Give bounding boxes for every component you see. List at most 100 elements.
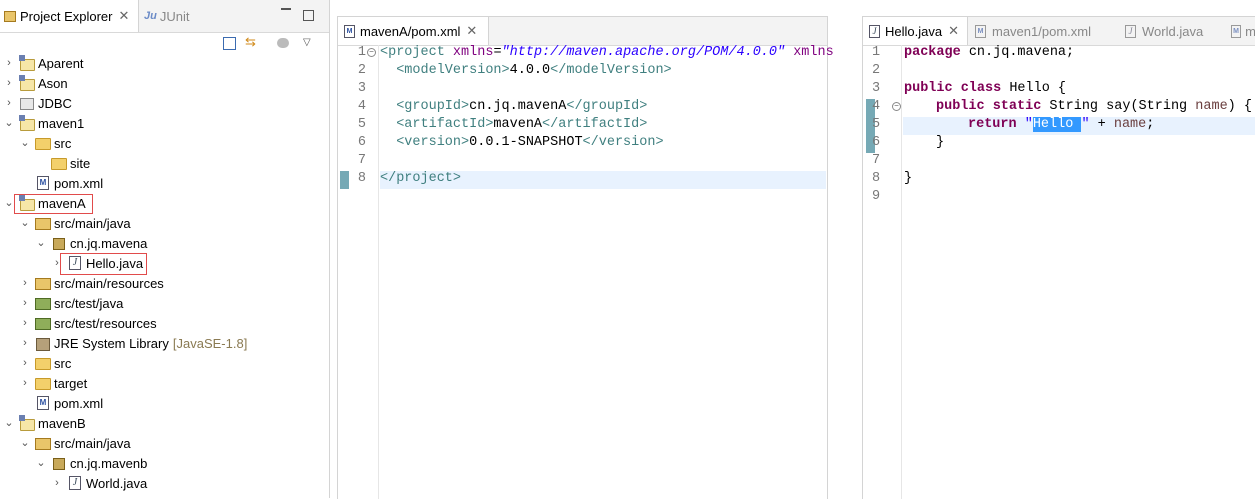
pom-editor-tab-bar: M mavenA/pom.xml ✕ <box>338 17 827 46</box>
package-icon <box>50 456 66 470</box>
tree-item-label: mavenB <box>38 415 86 431</box>
fold-minus-icon[interactable]: − <box>367 48 376 57</box>
tree-item-src[interactable]: ⌄ src <box>20 133 71 153</box>
tree-item-label: src <box>54 355 72 371</box>
chevron-down-icon[interactable]: ⌄ <box>4 198 14 209</box>
line-number: 4 <box>872 99 881 114</box>
tree-item-src-test-java[interactable]: › src/test/java <box>20 293 123 313</box>
tree-item-label: World.java <box>86 475 148 491</box>
tree-item-package-mavena[interactable]: ⌄ cn.jq.mavena <box>36 233 147 253</box>
tree-item-pom-mavena[interactable]: M pom.xml <box>30 393 103 413</box>
tree-item-src-main-java-b[interactable]: ⌄ src/main/java <box>20 433 131 453</box>
code-area[interactable]: 1 2 3 4 5 6 7 8 9 − package cn.jq.mavena… <box>863 45 1255 499</box>
chevron-down-icon[interactable]: ⌄ <box>36 458 46 469</box>
xml-file-icon: M <box>344 24 355 38</box>
tab-label: maven1/pom.xml <box>992 23 1091 39</box>
line-number: 5 <box>872 117 881 132</box>
view-menu-icon[interactable]: ▽ <box>303 37 311 48</box>
code-line-1: package cn.jq.mavena; <box>904 45 1075 60</box>
minimize-icon[interactable] <box>281 8 291 12</box>
close-icon[interactable]: ✕ <box>118 8 129 24</box>
chevron-down-icon[interactable]: ⌄ <box>4 118 14 129</box>
tree-item-pom[interactable]: M pom.xml <box>30 173 103 193</box>
code-line-2: <modelVersion>4.0.0</modelVersion> <box>380 63 672 78</box>
link-with-editor-icon[interactable]: ⇆ <box>245 35 259 48</box>
tab-mavena-pom[interactable]: M mavenA/pom.xml ✕ <box>338 17 489 45</box>
tab-hello-java[interactable]: J Hello.java ✕ <box>863 17 968 45</box>
code-line-8: </project> <box>380 171 462 186</box>
line-number: 8 <box>872 171 881 186</box>
maximize-icon[interactable] <box>303 10 314 21</box>
code-line-8: } <box>904 171 913 186</box>
tab-maven1-pom[interactable]: M maven1/pom.xml <box>971 17 1111 45</box>
maven-project-icon <box>18 75 35 91</box>
tree-item-mavenb[interactable]: ⌄ mavenB <box>4 413 86 433</box>
junit-icon: Ju <box>144 10 157 22</box>
tab-project-explorer[interactable]: Project Explorer ✕ <box>0 0 139 32</box>
line-number: 9 <box>872 189 881 204</box>
tab-overflow[interactable]: M m <box>1231 17 1255 45</box>
chevron-right-icon[interactable]: › <box>52 478 62 489</box>
tree-item-src-main-java[interactable]: ⌄ src/main/java <box>20 213 130 233</box>
focus-icon[interactable] <box>277 38 289 48</box>
chevron-right-icon[interactable]: › <box>4 98 14 109</box>
text-selection: Hello <box>1032 117 1082 132</box>
tree-item-src-2[interactable]: › src <box>20 353 71 373</box>
source-folder-icon <box>34 276 51 290</box>
tree-item-label: JDBC <box>38 95 72 111</box>
chevron-right-icon[interactable]: › <box>20 318 30 329</box>
code-line-5: return "Hello " + name; <box>968 117 1155 132</box>
collapse-all-icon[interactable] <box>223 37 236 50</box>
tree-item-aparent[interactable]: › Aparent <box>4 53 84 73</box>
tree-item-jdbc[interactable]: › JDBC <box>4 93 72 113</box>
code-line-6: } <box>936 135 945 150</box>
maven-project-icon <box>18 415 35 431</box>
tree-item-label: src/main/resources <box>54 275 164 291</box>
close-icon[interactable]: ✕ <box>948 23 959 39</box>
test-folder-icon <box>34 316 51 330</box>
tree-item-maven1[interactable]: ⌄ maven1 <box>4 113 84 133</box>
tree-item-package-mavenb[interactable]: ⌄ cn.jq.mavenb <box>36 453 147 473</box>
java-editor-tab-bar: J Hello.java ✕ M maven1/pom.xml J World.… <box>863 17 1255 46</box>
maven-project-icon <box>18 55 35 71</box>
xml-file-icon: M <box>1231 24 1242 38</box>
tab-world-java[interactable]: J World.java <box>1121 17 1221 45</box>
fold-minus-icon[interactable]: − <box>892 102 901 111</box>
chevron-right-icon[interactable]: › <box>20 278 30 289</box>
line-number: 2 <box>872 63 881 78</box>
tree-item-jre-library[interactable]: › JRE System Library [JavaSE-1.8] <box>20 333 247 353</box>
folder-icon <box>50 156 67 170</box>
tab-junit[interactable]: Ju JUnit <box>144 0 224 32</box>
highlight-box-hello-java <box>60 253 147 275</box>
tree-item-site[interactable]: site <box>46 153 90 173</box>
tab-label: World.java <box>1142 23 1204 39</box>
chevron-down-icon[interactable]: ⌄ <box>20 218 30 229</box>
tree-item-src-main-resources[interactable]: › src/main/resources <box>20 273 164 293</box>
chevron-down-icon[interactable]: ⌄ <box>20 138 30 149</box>
gutter-divider <box>901 45 902 499</box>
code-line-5: <artifactId>mavenA</artifactId> <box>380 117 648 132</box>
java-file-icon: J <box>66 476 82 490</box>
chevron-down-icon[interactable]: ⌄ <box>20 438 30 449</box>
chevron-right-icon[interactable]: › <box>20 298 30 309</box>
chevron-right-icon[interactable]: › <box>20 378 30 389</box>
code-area[interactable]: 1 2 3 4 5 6 7 8 − <project xmlns="http:/… <box>338 45 834 499</box>
chevron-right-icon[interactable]: › <box>20 358 30 369</box>
tree-item-label: pom.xml <box>54 175 104 191</box>
chevron-down-icon[interactable]: ⌄ <box>4 418 14 429</box>
tree-item-world-java[interactable]: › J World.java <box>52 473 147 493</box>
tree-item-label: src/test/resources <box>54 315 157 331</box>
chevron-down-icon[interactable]: ⌄ <box>36 238 46 249</box>
tree-item-target[interactable]: › target <box>20 373 87 393</box>
tree-item-label: cn.jq.mavenb <box>70 455 148 471</box>
close-icon[interactable]: ✕ <box>466 23 477 39</box>
tree-item-label: src/main/java <box>54 435 131 451</box>
line-number: 7 <box>357 153 366 168</box>
chevron-right-icon[interactable]: › <box>20 338 30 349</box>
tree-item-label: target <box>54 375 88 391</box>
chevron-right-icon[interactable]: › <box>4 78 14 89</box>
tree-item-src-test-resources[interactable]: › src/test/resources <box>20 313 157 333</box>
tree-item-label: JRE System Library <box>54 335 169 351</box>
chevron-right-icon[interactable]: › <box>4 58 14 69</box>
tree-item-ason[interactable]: › Ason <box>4 73 68 93</box>
